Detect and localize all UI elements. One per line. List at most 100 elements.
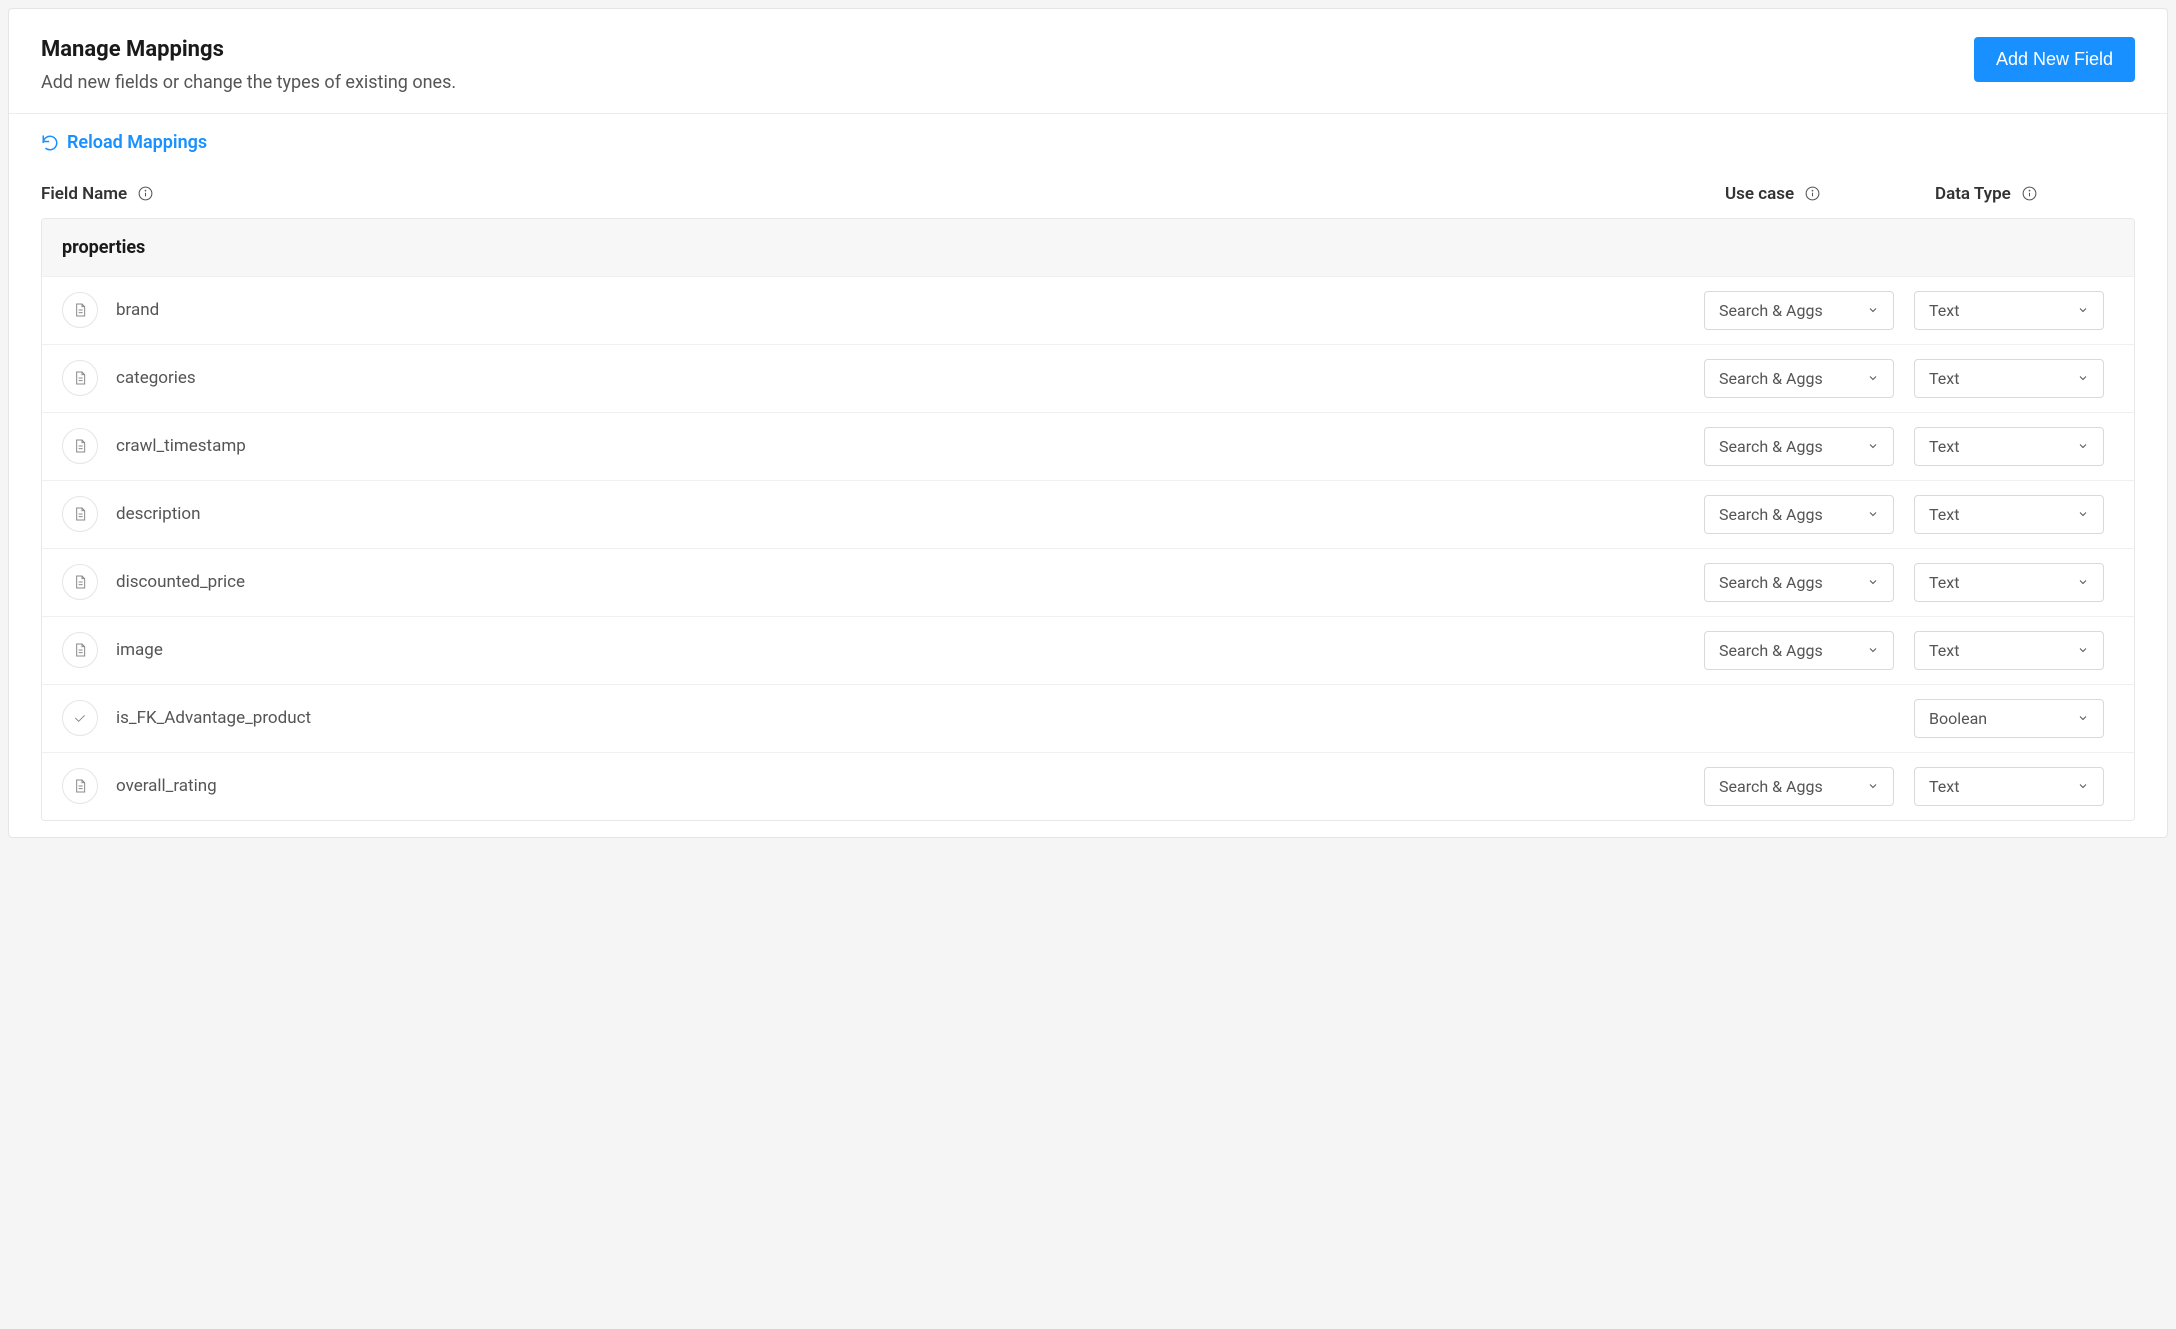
data-type-value: Text (1929, 573, 1959, 592)
use-case-value: Search & Aggs (1719, 369, 1823, 388)
mappings-panel: Manage Mappings Add new fields or change… (8, 8, 2168, 838)
row-usecase-cell: Search & Aggs (1704, 427, 1914, 466)
chevron-down-icon (1867, 576, 1879, 588)
document-icon (62, 632, 98, 668)
chevron-down-icon (2077, 780, 2089, 792)
data-type-value: Text (1929, 505, 1959, 524)
column-headers: Field Name Use case Data Type (9, 164, 2167, 214)
chevron-down-icon (2077, 304, 2089, 316)
row-usecase-cell: Search & Aggs (1704, 291, 1914, 330)
reload-mappings-link[interactable]: Reload Mappings (41, 132, 207, 153)
table-row: description Search & Aggs Text (42, 480, 2134, 548)
data-type-select[interactable]: Text (1914, 359, 2104, 398)
field-name: crawl_timestamp (116, 436, 246, 456)
data-type-select[interactable]: Boolean (1914, 699, 2104, 738)
row-datatype-cell: Text (1914, 563, 2114, 602)
row-left: description (62, 496, 1704, 532)
data-type-value: Text (1929, 641, 1959, 660)
header-text: Manage Mappings Add new fields or change… (41, 37, 1974, 93)
data-type-value: Text (1929, 369, 1959, 388)
row-left: image (62, 632, 1704, 668)
chevron-down-icon (1867, 780, 1879, 792)
use-case-select[interactable]: Search & Aggs (1704, 495, 1894, 534)
mappings-table: properties brand Search & Aggs Text (41, 218, 2135, 821)
table-row: crawl_timestamp Search & Aggs Text (42, 412, 2134, 480)
chevron-down-icon (2077, 576, 2089, 588)
document-icon (62, 428, 98, 464)
use-case-select[interactable]: Search & Aggs (1704, 427, 1894, 466)
column-header-data-type: Data Type (1935, 184, 2135, 204)
data-type-value: Text (1929, 777, 1959, 796)
use-case-select[interactable]: Search & Aggs (1704, 563, 1894, 602)
row-usecase-cell: Search & Aggs (1704, 767, 1914, 806)
use-case-select[interactable]: Search & Aggs (1704, 767, 1894, 806)
document-icon (62, 360, 98, 396)
row-datatype-cell: Text (1914, 427, 2114, 466)
field-name: description (116, 504, 201, 524)
field-name-label: Field Name (41, 184, 127, 204)
row-left: discounted_price (62, 564, 1704, 600)
use-case-value: Search & Aggs (1719, 641, 1823, 660)
use-case-value: Search & Aggs (1719, 301, 1823, 320)
use-case-select[interactable]: Search & Aggs (1704, 291, 1894, 330)
row-usecase-cell: Search & Aggs (1704, 563, 1914, 602)
chevron-down-icon (2077, 644, 2089, 656)
add-new-field-button[interactable]: Add New Field (1974, 37, 2135, 82)
chevron-down-icon (2077, 712, 2089, 724)
data-type-value: Boolean (1929, 709, 1987, 728)
row-left: brand (62, 292, 1704, 328)
data-type-value: Text (1929, 437, 1959, 456)
column-header-field-name: Field Name (41, 184, 1725, 204)
data-type-select[interactable]: Text (1914, 631, 2104, 670)
row-datatype-cell: Text (1914, 767, 2114, 806)
row-usecase-cell: Search & Aggs (1704, 359, 1914, 398)
table-row: categories Search & Aggs Text (42, 344, 2134, 412)
chevron-down-icon (1867, 644, 1879, 656)
use-case-label: Use case (1725, 184, 1794, 204)
table-row: discounted_price Search & Aggs Text (42, 548, 2134, 616)
chevron-down-icon (1867, 372, 1879, 384)
use-case-value: Search & Aggs (1719, 505, 1823, 524)
data-type-select[interactable]: Text (1914, 563, 2104, 602)
document-icon (62, 292, 98, 328)
data-type-select[interactable]: Text (1914, 427, 2104, 466)
document-icon (62, 768, 98, 804)
data-type-select[interactable]: Text (1914, 291, 2104, 330)
toolbar: Reload Mappings (9, 114, 2167, 164)
row-datatype-cell: Text (1914, 631, 2114, 670)
row-datatype-cell: Text (1914, 359, 2114, 398)
column-header-use-case: Use case (1725, 184, 1935, 204)
row-datatype-cell: Boolean (1914, 699, 2114, 738)
row-left: overall_rating (62, 768, 1704, 804)
info-icon[interactable] (1804, 185, 1821, 202)
chevron-down-icon (2077, 508, 2089, 520)
table-row: is_FK_Advantage_product Boolean (42, 684, 2134, 752)
use-case-select[interactable]: Search & Aggs (1704, 631, 1894, 670)
use-case-value: Search & Aggs (1719, 437, 1823, 456)
use-case-value: Search & Aggs (1719, 777, 1823, 796)
table-row: brand Search & Aggs Text (42, 276, 2134, 344)
row-left: crawl_timestamp (62, 428, 1704, 464)
use-case-value: Search & Aggs (1719, 573, 1823, 592)
row-usecase-cell: Search & Aggs (1704, 631, 1914, 670)
row-datatype-cell: Text (1914, 291, 2114, 330)
info-icon[interactable] (137, 185, 154, 202)
data-type-label: Data Type (1935, 184, 2011, 204)
row-left: is_FK_Advantage_product (62, 700, 1704, 736)
info-icon[interactable] (2021, 185, 2038, 202)
row-usecase-cell: Search & Aggs (1704, 495, 1914, 534)
data-type-select[interactable]: Text (1914, 495, 2104, 534)
use-case-select[interactable]: Search & Aggs (1704, 359, 1894, 398)
field-name: is_FK_Advantage_product (116, 708, 311, 728)
data-type-select[interactable]: Text (1914, 767, 2104, 806)
field-name: image (116, 640, 163, 660)
row-left: categories (62, 360, 1704, 396)
table-row: overall_rating Search & Aggs Text (42, 752, 2134, 820)
group-header-properties: properties (42, 219, 2134, 276)
chevron-down-icon (2077, 372, 2089, 384)
chevron-down-icon (1867, 508, 1879, 520)
field-name: discounted_price (116, 572, 245, 592)
chevron-down-icon (1867, 440, 1879, 452)
reload-icon (41, 134, 59, 152)
page-subtitle: Add new fields or change the types of ex… (41, 72, 1974, 93)
